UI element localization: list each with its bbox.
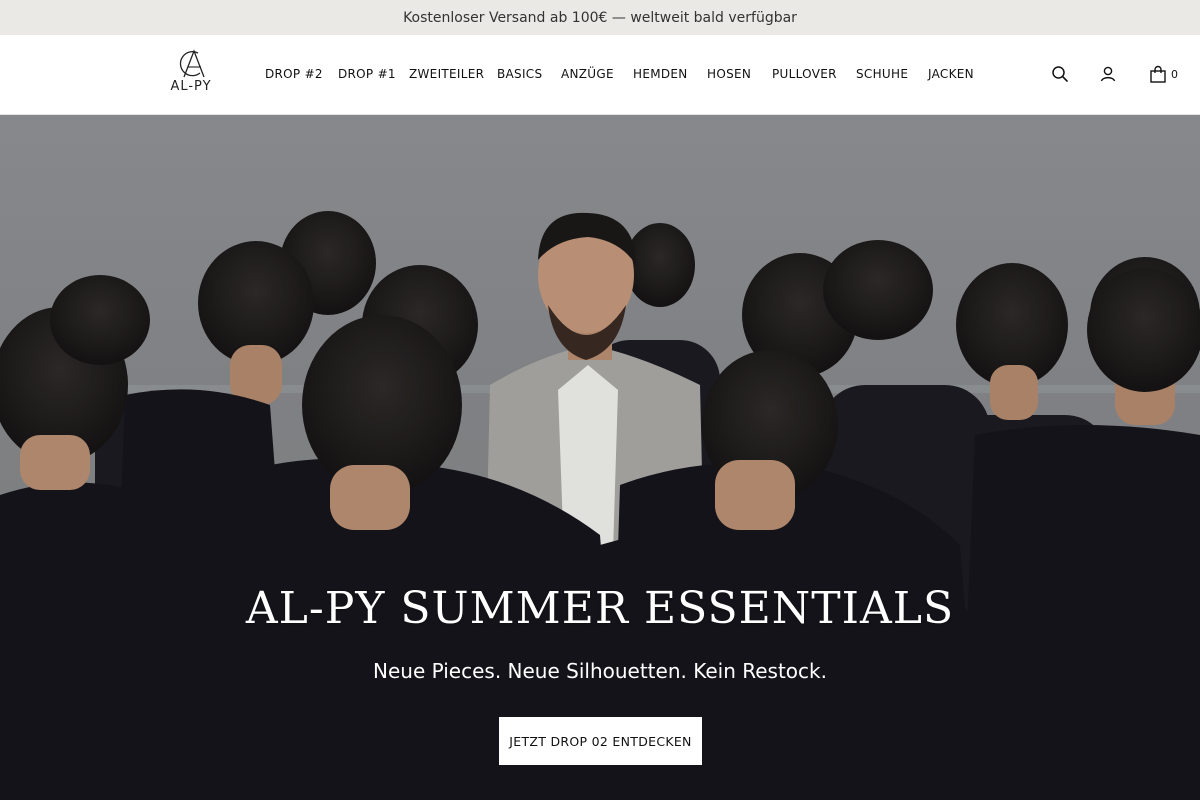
hero-subtitle: Neue Pieces. Neue Silhouetten. Kein Rest… xyxy=(373,659,827,683)
announcement-bar: Kostenloser Versand ab 100€ — weltweit b… xyxy=(0,0,1200,35)
nav-item-hemden[interactable]: HEMDEN xyxy=(633,67,688,81)
nav-item-jacken[interactable]: JACKEN xyxy=(928,67,974,81)
nav-item-basics[interactable]: BASICS xyxy=(497,67,542,81)
announcement-text: Kostenloser Versand ab 100€ — weltweit b… xyxy=(403,9,797,26)
user-icon[interactable] xyxy=(1099,65,1119,85)
nav-item-zweiteiler[interactable]: ZWEITEILER xyxy=(409,67,484,81)
main-navigation: DROP #2 DROP #1 ZWEITEILER BASICS ANZÜGE… xyxy=(0,35,1200,115)
cart-count: 0 xyxy=(1171,68,1178,81)
hero-title: AL-PY SUMMER ESSENTIALS xyxy=(245,583,955,634)
site-header: AL-PY DROP #2 DROP #1 ZWEITEILER BASICS … xyxy=(0,35,1200,115)
discover-drop-button[interactable]: JETZT DROP 02 ENTDECKEN xyxy=(499,717,702,765)
nav-item-pullover[interactable]: PULLOVER xyxy=(772,67,837,81)
search-icon[interactable] xyxy=(1051,65,1071,85)
nav-item-drop-2[interactable]: DROP #2 xyxy=(265,67,323,81)
nav-item-anzuege[interactable]: ANZÜGE xyxy=(561,67,614,81)
nav-item-hosen[interactable]: HOSEN xyxy=(707,67,751,81)
hero-banner: AL-PY SUMMER ESSENTIALS Neue Pieces. Neu… xyxy=(0,115,1200,800)
shopping-bag-icon[interactable] xyxy=(1149,65,1169,85)
hero-image xyxy=(0,115,1200,800)
nav-item-drop-1[interactable]: DROP #1 xyxy=(338,67,396,81)
nav-item-schuhe[interactable]: SCHUHE xyxy=(856,67,908,81)
